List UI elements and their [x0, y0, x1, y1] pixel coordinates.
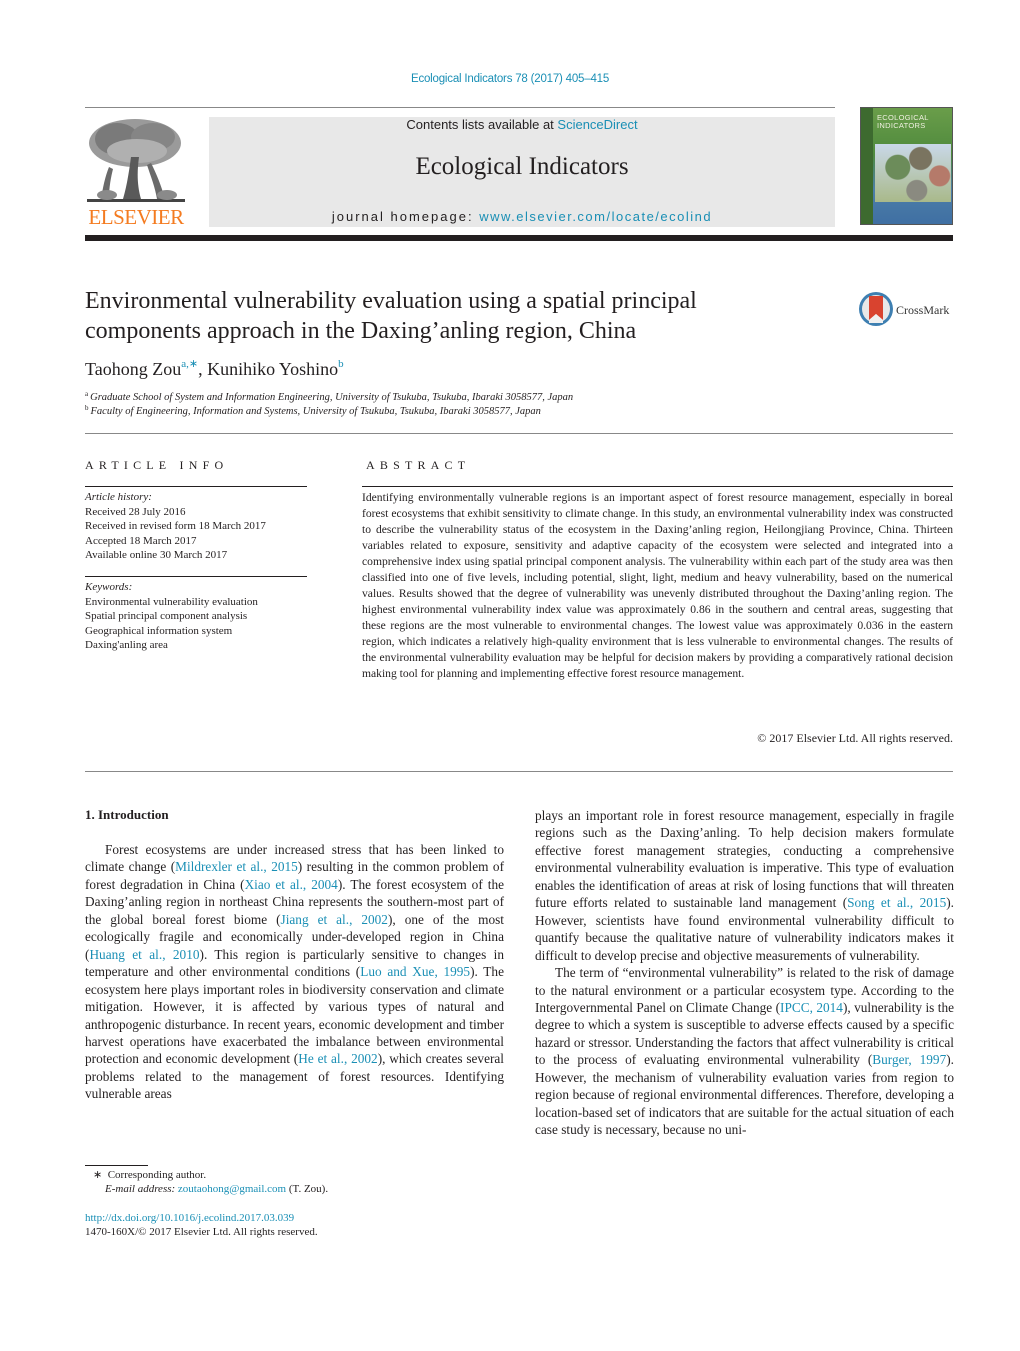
- author-affiliation-mark[interactable]: b: [338, 358, 344, 370]
- abstract-copyright: © 2017 Elsevier Ltd. All rights reserved…: [757, 731, 953, 745]
- cover-photo-collage: [875, 144, 951, 202]
- footnote-mark: ∗: [93, 1169, 103, 1181]
- abstract-text: Identifying environmentally vulnerable r…: [362, 491, 953, 680]
- issn-copyright: 1470-160X/© 2017 Elsevier Ltd. All right…: [85, 1226, 318, 1238]
- history-label: Article history:: [85, 491, 152, 503]
- body-paragraph: Forest ecosystems are under increased st…: [85, 842, 505, 1102]
- contents-line: Contents lists available at ScienceDirec…: [209, 117, 835, 132]
- affiliation: a Graduate School of System and Informati…: [85, 390, 573, 403]
- history-item: Accepted 18 March 2017: [85, 534, 197, 547]
- body-column-left: Forest ecosystems are under increased st…: [85, 841, 504, 1103]
- email-label: E-mail address:: [105, 1183, 176, 1195]
- journal-masthead: Contents lists available at ScienceDirec…: [209, 117, 835, 227]
- masthead-rule: [85, 235, 953, 241]
- email-note: E-mail address: zoutaohong@gmail.com (T.…: [105, 1182, 328, 1196]
- history-item: Available online 30 March 2017: [85, 549, 228, 561]
- corresponding-text: Corresponding author.: [107, 1169, 207, 1181]
- elsevier-wordmark: ELSEVIER: [88, 205, 184, 229]
- citation-link[interactable]: Burger, 1997: [872, 1052, 946, 1067]
- homepage-link[interactable]: www.elsevier.com/locate/ecolind: [479, 209, 712, 224]
- citation-link[interactable]: He et al., 2002: [298, 1051, 377, 1066]
- elsevier-tree-icon: [87, 117, 185, 205]
- history-item: Received 28 July 2016: [85, 505, 186, 518]
- citation-link[interactable]: Mildrexler et al., 2015: [175, 859, 298, 874]
- article-info-rule: [85, 486, 307, 487]
- keyword-item: Daxing'anling area: [85, 639, 168, 651]
- doi-link[interactable]: http://dx.doi.org/10.1016/j.ecolind.2017…: [85, 1211, 318, 1225]
- cover-title: ECOLOGICAL INDICATORS: [877, 114, 929, 130]
- body-paragraph: The term of “environmental vulnerability…: [535, 965, 954, 1138]
- citation-link[interactable]: Huang et al., 2010: [89, 947, 199, 962]
- affiliation-mark: a: [85, 390, 89, 398]
- journal-cover-image[interactable]: ECOLOGICAL INDICATORS: [860, 107, 953, 225]
- author-list: Taohong Zoua,∗, Kunihiko Yoshinob: [85, 357, 344, 380]
- author-name[interactable]: Taohong Zou: [85, 359, 181, 379]
- citation-link[interactable]: Jiang et al., 2002: [281, 912, 388, 927]
- cover-title-line: INDICATORS: [877, 121, 926, 130]
- homepage-label: journal homepage:: [331, 209, 480, 224]
- article-info-heading: ARTICLE INFO: [85, 458, 229, 472]
- journal-citation-link[interactable]: Ecological Indicators 78 (2017) 405–415: [0, 73, 1020, 85]
- affiliation-text: Graduate School of System and Informatio…: [90, 392, 574, 403]
- email-link[interactable]: zoutaohong@gmail.com: [178, 1183, 286, 1195]
- affiliation: b Faculty of Engineering, Information and…: [85, 404, 541, 417]
- section-heading-introduction: 1. Introduction: [85, 807, 169, 822]
- citation-text[interactable]: Ecological Indicators 78 (2017) 405–415: [411, 73, 609, 85]
- citation-link[interactable]: Luo and Xue, 1995: [360, 964, 470, 979]
- doi-block: http://dx.doi.org/10.1016/j.ecolind.2017…: [85, 1211, 318, 1239]
- journal-homepage: journal homepage: www.elsevier.com/locat…: [209, 209, 835, 224]
- article-history: Article history: Received 28 July 2016 R…: [85, 490, 315, 563]
- contents-prefix: Contents lists available at: [406, 117, 558, 132]
- elsevier-logo[interactable]: ELSEVIER: [85, 117, 187, 229]
- keyword-item: Spatial principal component analysis: [85, 610, 248, 622]
- email-suffix: (T. Zou).: [286, 1183, 329, 1195]
- crossmark-label: CrossMark: [896, 303, 950, 317]
- corresponding-author-note: ∗ Corresponding author.: [93, 1168, 206, 1182]
- author-name[interactable]: Kunihiko Yoshino: [207, 359, 338, 379]
- author-separator: ,: [198, 359, 208, 379]
- body-column-right: plays an important role in forest resour…: [535, 807, 954, 1139]
- footnote-rule: [85, 1165, 148, 1166]
- affiliation-text: Faculty of Engineering, Information and …: [90, 406, 541, 417]
- abstract-divider: [85, 771, 953, 772]
- abstract-rule: [362, 486, 953, 487]
- keyword-item: Environmental vulnerability evaluation: [85, 595, 258, 608]
- body-paragraph: plays an important role in forest resour…: [535, 808, 954, 963]
- keywords-rule: [85, 576, 307, 577]
- citation-link[interactable]: IPCC, 2014: [780, 1000, 843, 1015]
- citation-link[interactable]: Song et al., 2015: [847, 895, 946, 910]
- article-title: Environmental vulnerability evaluation u…: [85, 288, 697, 344]
- history-item: Received in revised form 18 March 2017: [85, 520, 266, 532]
- title-divider: [85, 433, 953, 434]
- cover-spine: [861, 108, 873, 224]
- citation-link[interactable]: Xiao et al., 2004: [245, 877, 338, 892]
- keywords-label: Keywords:: [85, 581, 133, 593]
- affiliation-mark: b: [85, 404, 89, 412]
- keywords: Keywords: Environmental vulnerability ev…: [85, 580, 315, 653]
- abstract-heading: ABSTRACT: [366, 458, 471, 472]
- author-affiliation-mark[interactable]: a,∗: [181, 358, 198, 370]
- keyword-item: Geographical information system: [85, 624, 233, 637]
- crossmark-icon: [859, 292, 893, 326]
- crossmark-button[interactable]: CrossMark: [858, 290, 958, 330]
- sciencedirect-link[interactable]: ScienceDirect: [557, 117, 637, 132]
- header-divider: [85, 107, 835, 108]
- journal-name: Ecological Indicators: [415, 153, 629, 180]
